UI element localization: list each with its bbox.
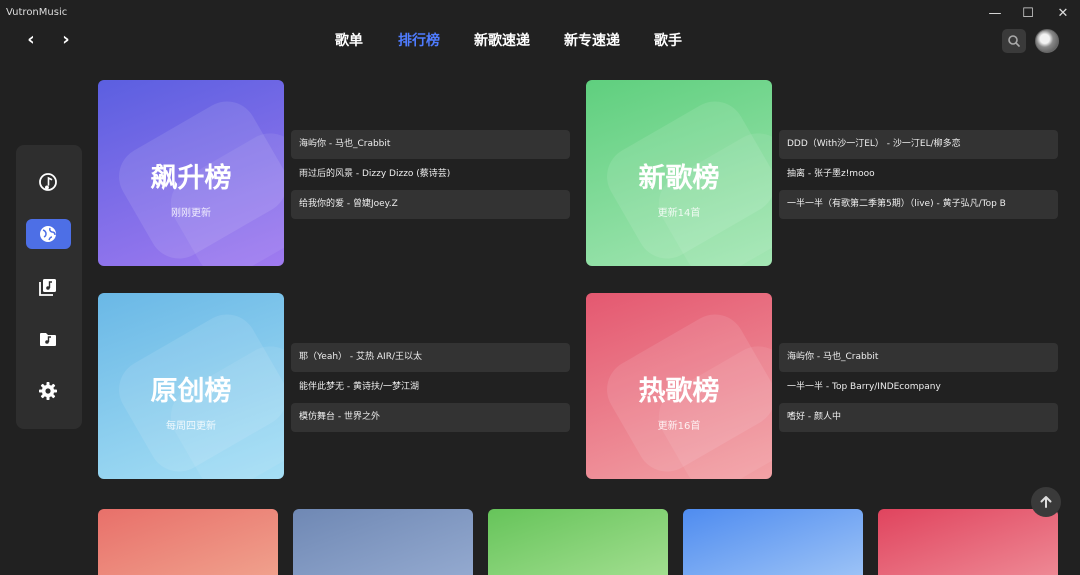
close-button[interactable]: ✕ [1049,4,1077,24]
minimize-button[interactable]: — [981,4,1009,24]
song-item[interactable]: DDD（With沙一汀EL） - 沙一汀EL/柳多恋 [779,130,1058,159]
chart-update-status: 更新14首 [657,208,701,219]
song-item[interactable]: 能伴此梦无 - 黄诗扶/一梦江湖 [291,373,570,402]
sidebar [16,145,82,429]
tab-playlists[interactable]: 歌单 [335,30,363,50]
search-icon [1008,35,1020,47]
gear-icon [39,382,57,400]
chart-card[interactable] [293,509,473,575]
chart-card[interactable] [878,509,1058,575]
chart-card-original[interactable]: 原创榜 每周四更新 [98,293,284,479]
chart-title: 原创榜 [150,376,232,407]
music-library-icon [39,279,56,296]
chart-title: 飙升榜 [150,163,232,194]
chart-card-new-songs[interactable]: 新歌榜 更新14首 [586,80,772,266]
sidebar-item-library[interactable] [26,272,71,302]
chart-update-status: 刚刚更新 [171,208,211,219]
arrow-up-icon [1040,496,1052,508]
song-item[interactable]: 耶（Yeah） - 艾热 AIR/王以太 [291,343,570,372]
globe-icon [40,226,56,242]
chart-card[interactable] [98,509,278,575]
chart-card-hot-songs[interactable]: 热歌榜 更新16首 [586,293,772,479]
title-bar: VutronMusic — ☐ ✕ [0,0,1080,28]
music-folder-icon [40,333,56,346]
sidebar-item-local-music[interactable] [26,324,71,354]
tab-new-albums[interactable]: 新专速递 [564,30,620,50]
song-item[interactable]: 嗜好 - 颜人中 [779,403,1058,432]
sidebar-item-settings[interactable] [26,376,71,406]
song-item[interactable]: 一半一半 - Top Barry/INDEcompany [779,373,1058,402]
chart-update-status: 更新16首 [657,421,701,432]
song-item[interactable]: 模仿舞台 - 世界之外 [291,403,570,432]
sidebar-item-explore[interactable] [26,219,71,249]
sidebar-item-music[interactable] [26,167,71,197]
song-item[interactable]: 海屿你 - 马也_Crabbit [779,343,1058,372]
chart-title: 热歌榜 [638,376,720,407]
scroll-to-top-button[interactable] [1031,487,1061,517]
search-button[interactable] [1002,29,1026,53]
chart-card-soaring[interactable]: 飙升榜 刚刚更新 [98,80,284,266]
maximize-button[interactable]: ☐ [1014,4,1042,24]
tab-artists[interactable]: 歌手 [654,30,682,50]
chart-update-status: 每周四更新 [166,421,216,432]
song-item[interactable]: 海屿你 - 马也_Crabbit [291,130,570,159]
chart-title: 新歌榜 [638,163,720,194]
song-item[interactable]: 雨过后的风景 - Dizzy Dizzo (蔡诗芸) [291,160,570,189]
song-item[interactable]: 给我你的爱 - 曾婕Joey.Z [291,190,570,219]
song-item[interactable]: 抽离 - 张子墨z!mooo [779,160,1058,189]
chart-card[interactable] [683,509,863,575]
top-tabs: 歌单 排行榜 新歌速递 新专速递 歌手 [0,30,1080,52]
chart-card[interactable] [488,509,668,575]
tab-charts[interactable]: 排行榜 [398,30,440,50]
music-note-icon [39,173,57,191]
app-title: VutronMusic [6,7,68,18]
avatar[interactable] [1035,29,1059,53]
song-item[interactable]: 一半一半（有歌第二季第5期）（live) - 黄子弘凡/Top B [779,190,1058,219]
tab-new-songs[interactable]: 新歌速递 [474,30,530,50]
